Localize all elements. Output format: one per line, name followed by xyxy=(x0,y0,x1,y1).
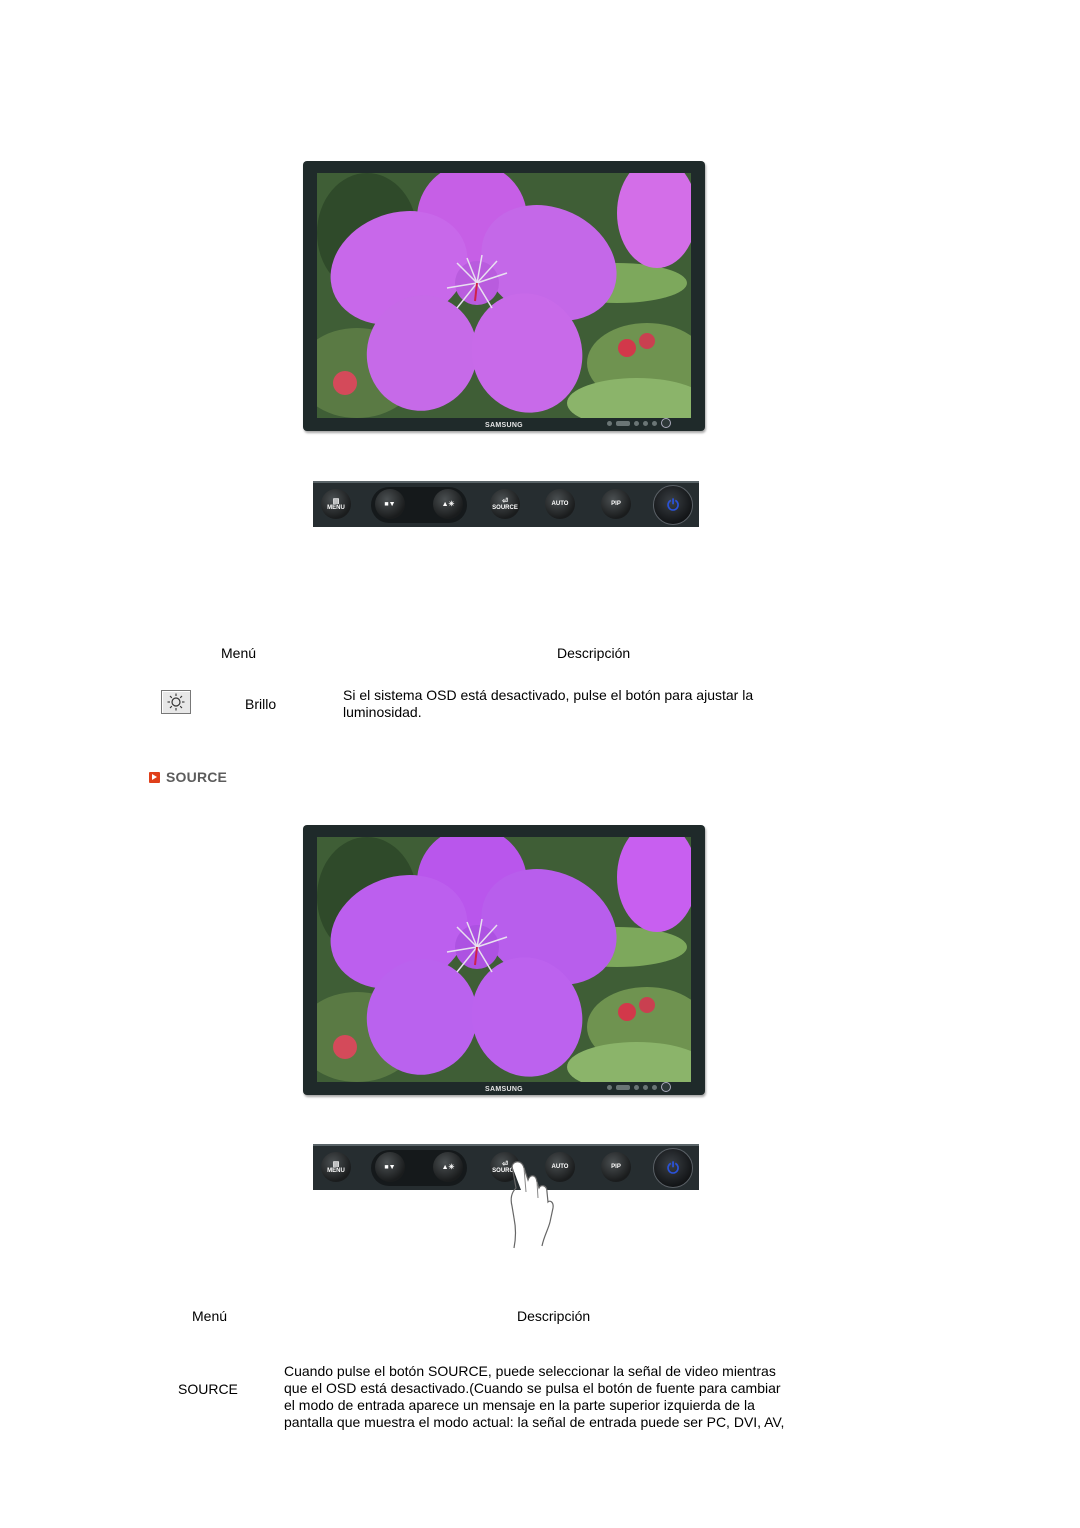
auto-button[interactable]: AUTO xyxy=(545,489,575,519)
menu-column-header: Menú xyxy=(221,645,257,661)
monitor-front-controls xyxy=(607,418,671,428)
menu-column-header: Menú xyxy=(192,1308,228,1324)
monitor-front-controls xyxy=(607,1082,671,1092)
up-brightness-button[interactable]: ▲✳ xyxy=(433,489,463,519)
up-brightness-button[interactable]: ▲✳ xyxy=(433,1152,463,1182)
power-button[interactable]: ⏻ xyxy=(653,485,693,525)
menu-button[interactable]: ▤ MENU xyxy=(321,489,351,519)
brightness-button-icon xyxy=(161,690,191,714)
pip-button[interactable]: PIP xyxy=(601,1152,631,1182)
description-column-header: Descripción xyxy=(557,645,631,661)
up-brightness-icon: ▲✳ xyxy=(441,500,455,508)
menu-icon: ▤ xyxy=(332,497,340,505)
source-description: Cuando pulse el botón SOURCE, puede sele… xyxy=(284,1363,785,1430)
magicbright-down-button[interactable]: ■▼ xyxy=(375,1152,405,1182)
description-column-header: Descripción xyxy=(517,1308,591,1324)
section-heading-source: SOURCE xyxy=(149,769,227,785)
menu-item-source: SOURCE xyxy=(178,1381,238,1397)
power-button[interactable]: ⏻ xyxy=(653,1148,693,1188)
menu-button[interactable]: ▤ MENU xyxy=(321,1152,351,1182)
source-icon: ⏎ xyxy=(502,497,508,505)
source-button[interactable]: ⏎ SOURCE xyxy=(490,489,520,519)
hand-pointer-icon xyxy=(510,1161,554,1249)
flower-photo xyxy=(317,837,691,1082)
flower-photo xyxy=(317,173,691,418)
menu-icon: ▤ xyxy=(332,1160,340,1168)
power-icon: ⏻ xyxy=(667,1159,679,1177)
up-brightness-icon: ▲✳ xyxy=(441,1163,455,1171)
sun-icon xyxy=(167,693,185,711)
bullet-arrow-icon xyxy=(149,771,160,783)
magicbright-down-icon: ■▼ xyxy=(384,500,396,508)
monitor-image: SAMSUNG xyxy=(303,161,705,431)
brillo-description: Si el sistema OSD está desactivado, puls… xyxy=(343,687,754,720)
magicbright-down-button[interactable]: ■▼ xyxy=(375,489,405,519)
magicbright-down-icon: ■▼ xyxy=(384,1163,396,1171)
pip-button[interactable]: PIP xyxy=(601,489,631,519)
monitor-image: SAMSUNG xyxy=(303,825,705,1095)
button-panel: ▤ MENU ■▼ ▲✳ ⏎ SOURCE AUTO PIP ⏻ xyxy=(313,481,699,527)
menu-item-brillo: Brillo xyxy=(245,696,277,712)
power-icon: ⏻ xyxy=(667,496,679,514)
